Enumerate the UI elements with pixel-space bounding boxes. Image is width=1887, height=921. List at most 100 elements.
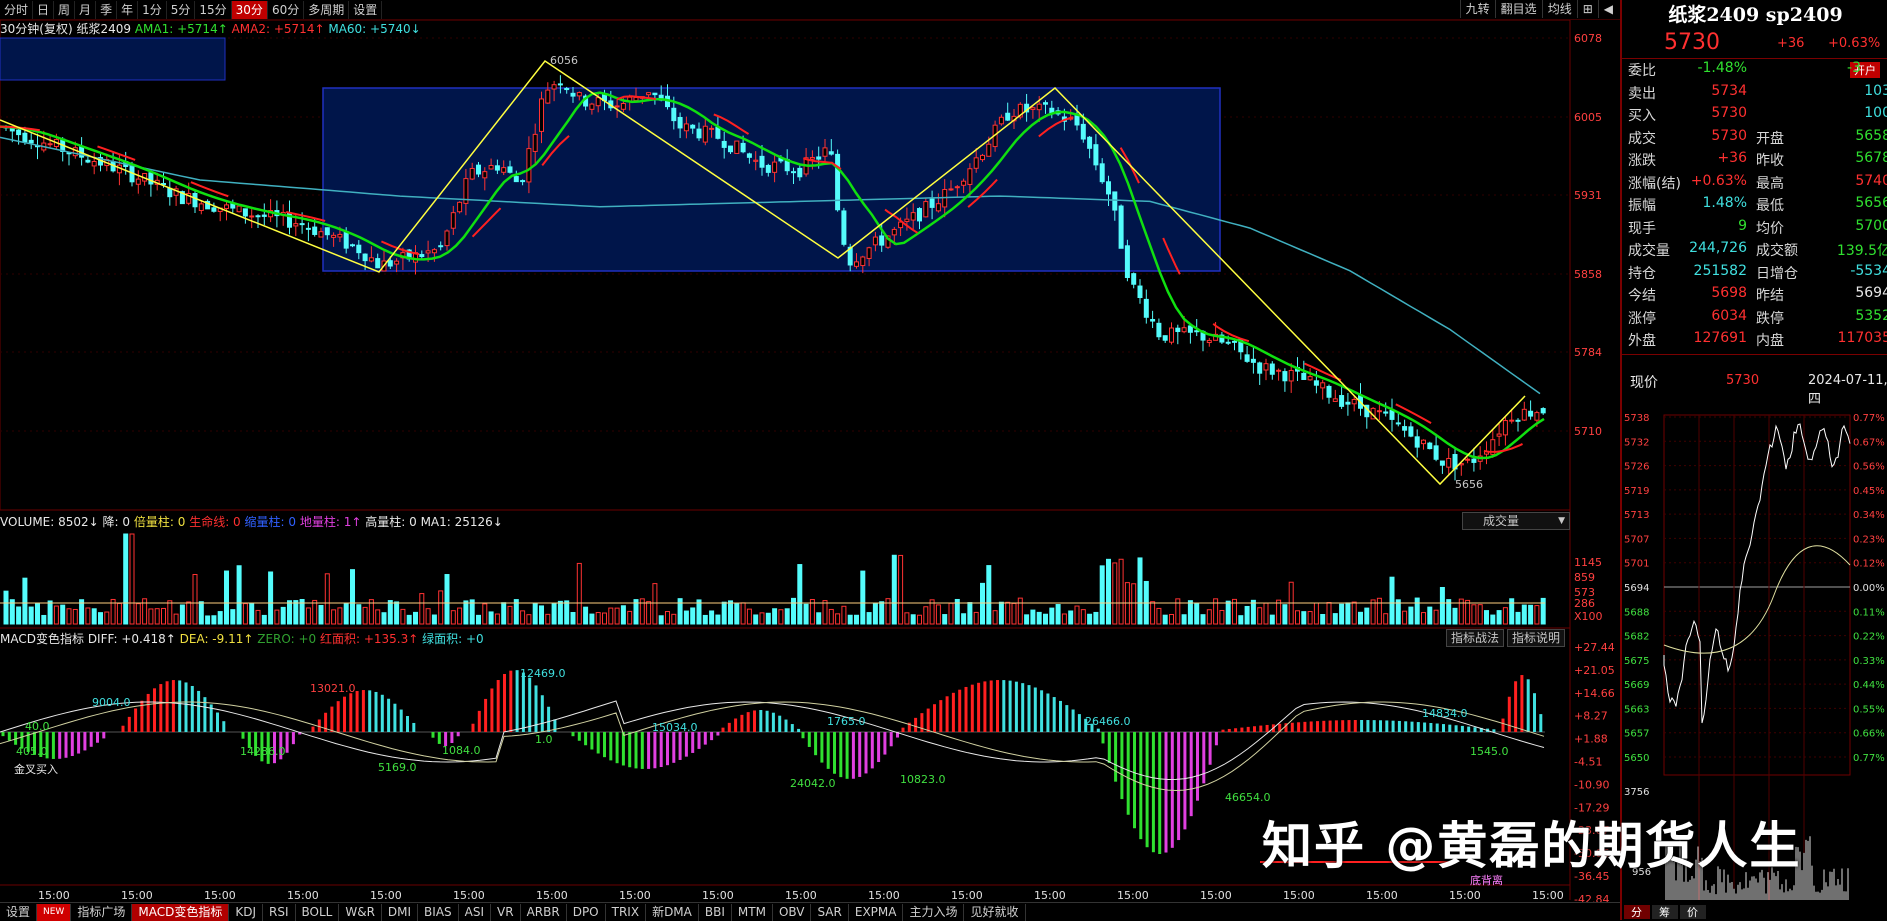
indicator-tab-21[interactable]: 主力入场	[903, 903, 965, 921]
macd-legend: MACD变色指标 DIFF: +0.418↑ DEA: -9.11↑ ZERO:…	[0, 630, 484, 647]
indicator-tab-10[interactable]: ASI	[459, 903, 492, 921]
period-button-4[interactable]: 季	[96, 0, 118, 19]
candle-body	[671, 107, 677, 122]
volume-bar	[91, 608, 97, 625]
indicator-tab-15[interactable]: 新DMA	[646, 903, 699, 921]
macd-bar	[1309, 721, 1313, 732]
mini-tab-label: 分	[1631, 906, 1642, 919]
chart-tool-button-0[interactable]: 九转	[1459, 0, 1495, 18]
indicator-tab-18[interactable]: OBV	[773, 903, 812, 921]
volume-bar	[860, 570, 866, 625]
candle-body	[1131, 273, 1137, 285]
volume-bar	[1011, 602, 1017, 625]
indicator-tab-8[interactable]: DMI	[382, 903, 419, 921]
volume-bar	[1408, 606, 1414, 625]
volume-bar	[1181, 614, 1187, 625]
chart-tool-button-3[interactable]: ⊞	[1576, 0, 1598, 18]
period-button-7[interactable]: 5分	[167, 0, 196, 19]
period-button-2[interactable]: 周	[54, 0, 76, 19]
macd-bar	[336, 701, 340, 732]
candle-body	[1150, 318, 1156, 322]
period-button-11[interactable]: 多周期	[304, 0, 350, 19]
macd-annotation: 46654.0	[1225, 791, 1271, 804]
macd-bar	[1492, 729, 1496, 732]
indicator-tab-6[interactable]: BOLL	[296, 903, 340, 921]
candle-body	[809, 156, 815, 160]
period-button-1[interactable]: 日	[33, 0, 55, 19]
period-button-9[interactable]: 30分	[231, 0, 268, 19]
volume-bar	[998, 601, 1004, 625]
now-value: 5730	[1726, 373, 1760, 388]
volume-bar	[765, 612, 771, 625]
indicator-tab-1[interactable]: NEW	[37, 903, 72, 921]
chart-canvas[interactable]: 6078 6005 5931 5858 5784 5710 6056 5656 1145 859 5…	[0, 0, 1620, 920]
period-button-5[interactable]: 年	[117, 0, 139, 19]
macd-bar	[716, 732, 720, 736]
indicator-tab-14[interactable]: TRIX	[606, 903, 647, 921]
quote-value: -1.48%	[1697, 60, 1747, 76]
indicator-tab-9[interactable]: BIAS	[418, 903, 459, 921]
candle-body	[318, 231, 324, 238]
quote-change: +36	[1777, 36, 1805, 51]
indicator-tab-2[interactable]: 指标广场	[71, 903, 133, 921]
indicator-tab-11[interactable]: VR	[491, 903, 521, 921]
macd-bar	[51, 732, 55, 759]
candle-body	[1162, 335, 1168, 341]
period-button-10[interactable]: 60分	[268, 0, 305, 19]
indicator-help-button[interactable]: 指标说明	[1507, 629, 1566, 647]
period-button-0[interactable]: 分时	[0, 0, 34, 19]
indicator-tab-22[interactable]: 见好就收	[964, 903, 1026, 921]
macd-bar	[515, 670, 519, 732]
volume-bar	[885, 598, 891, 625]
green-area-value: 绿面积: +0	[422, 632, 484, 646]
macd-bar	[596, 732, 600, 754]
quote-row: 涨幅(结) +0.63% 最高 5740	[1628, 171, 1887, 193]
indicator-tab-17[interactable]: MTM	[732, 903, 773, 921]
time-tick-label: 15:00	[536, 889, 568, 902]
indicator-tab-7[interactable]: W&R	[339, 903, 382, 921]
indicator-tab-0[interactable]: 设置	[0, 903, 38, 921]
macd-bar	[640, 732, 644, 769]
mini-price-label: 5738	[1624, 413, 1649, 424]
macd-bar	[647, 732, 651, 769]
candle-body	[1143, 298, 1149, 318]
volume-bar	[1358, 611, 1363, 625]
period-button-3[interactable]: 月	[75, 0, 97, 19]
indicator-tab-3[interactable]: MACD变色指标	[132, 903, 230, 921]
volume-bar	[917, 614, 922, 625]
period-button-8[interactable]: 15分	[195, 0, 232, 19]
indicator-tab-13[interactable]: DPO	[567, 903, 606, 921]
candle-body	[375, 258, 381, 269]
indicator-tab-4[interactable]: KDJ	[229, 903, 263, 921]
candle-body	[904, 218, 910, 222]
chart-tool-button-4[interactable]: ◀	[1597, 0, 1618, 18]
volume-bar	[721, 601, 727, 625]
macd-tick-label: +8.27	[1574, 710, 1608, 723]
candle-body	[633, 96, 639, 102]
volume-dropdown[interactable]: 成交量 ▼	[1462, 512, 1570, 530]
mini-price-label: 5713	[1624, 510, 1649, 521]
volume-bar	[627, 610, 633, 625]
time-tick-label: 15:00	[619, 889, 651, 902]
quote-pct: +0.63%	[1828, 36, 1881, 51]
chart-tool-button-2[interactable]: 均线	[1541, 0, 1577, 18]
macd-bar	[1334, 720, 1338, 732]
macd-bar	[765, 710, 769, 732]
macd-annotation: 15034.0	[652, 721, 698, 734]
indicator-tab-12[interactable]: ARBR	[521, 903, 567, 921]
quote-label: 持仓	[1628, 265, 1656, 282]
candle-body	[488, 164, 494, 170]
indicator-tab-20[interactable]: EXPMA	[849, 903, 904, 921]
chart-tool-button-1[interactable]: 翻目选	[1494, 0, 1542, 18]
indicator-tab-5[interactable]: RSI	[263, 903, 296, 921]
candle-body	[1389, 409, 1395, 420]
volume-bar	[532, 603, 538, 625]
period-button-6[interactable]: 1分	[138, 0, 167, 19]
indicator-tab-16[interactable]: BBI	[699, 903, 732, 921]
volume-bar	[1276, 599, 1282, 625]
period-button-12[interactable]: 设置	[349, 0, 383, 19]
indicator-strategy-button[interactable]: 指标战法	[1446, 629, 1505, 647]
candle-body	[236, 205, 242, 213]
quote-label-2: 昨收	[1756, 153, 1784, 169]
indicator-tab-19[interactable]: SAR	[811, 903, 849, 921]
